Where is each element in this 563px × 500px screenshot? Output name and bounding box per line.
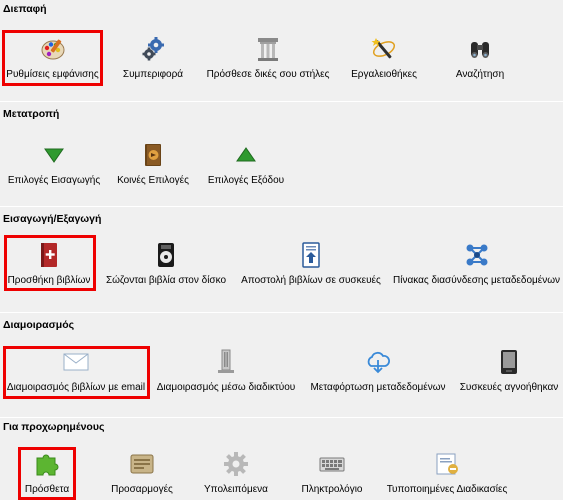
item-label: Προσθήκη βιβλίων [7, 275, 91, 286]
item-label: Διαμοιρασμός μέσω διαδικτύου [156, 382, 296, 393]
section-advanced: Για προχωρημένους Πρόσθετα Προσαρμογές Υ… [0, 420, 563, 500]
section-title: Για προχωρημένους [3, 421, 105, 433]
item-label: Εργαλειοθήκες [351, 69, 417, 80]
section-separator [0, 417, 563, 418]
palette-icon [40, 36, 66, 62]
item-label: Υπολειπόμενα [204, 484, 268, 495]
item-label: Συσκευές αγνοήθηκαν [459, 382, 559, 393]
section-title: Εισαγωγή/Εξαγωγή [3, 213, 102, 225]
sharing-over-net-button[interactable]: Διαμοιρασμός μέσω διαδικτύου [156, 349, 296, 401]
wand-icon [371, 36, 397, 62]
envelope-icon [63, 349, 89, 375]
section-sharing: Διαμοιρασμός Διαμοιρασμός βιβλίων με ema… [0, 315, 563, 418]
item-label: Κοινές Επιλογές [117, 175, 189, 186]
cloud-download-icon [365, 349, 391, 375]
section-title: Διεπαφή [3, 3, 47, 15]
miscellaneous-button[interactable]: Υπολειπόμενα [200, 451, 272, 500]
keyboard-shortcuts-button[interactable]: Πληκτρολόγιο [292, 451, 372, 500]
item-label: Σώζονται βιβλία στον δίσκο [105, 275, 227, 286]
tweaks-button[interactable]: Προσαρμογές [104, 451, 180, 500]
item-label: Διαμοιρασμός βιβλίων με email [6, 382, 146, 393]
item-label: Πίνακας διασύνδεσης μεταδεδομένων [393, 275, 561, 286]
input-options-button[interactable]: Επιλογές Εισαγωγής [6, 142, 102, 194]
section-title: Διαμοιρασμός [3, 319, 75, 331]
section-import-export: Εισαγωγή/Εξαγωγή Προσθήκη βιβλίων Σώζοντ… [0, 209, 563, 313]
toolbars-button[interactable]: Εργαλειοθήκες [344, 36, 424, 88]
sharing-by-email-button[interactable]: Διαμοιρασμός βιβλίων με email [6, 349, 146, 401]
sending-to-device-button[interactable]: Αποστολή βιβλίων σε συσκευές [238, 242, 384, 294]
section-separator [0, 206, 563, 207]
item-label: Αναζήτηση [455, 69, 505, 80]
look-and-feel-button[interactable]: Ρυθμίσεις εμφάνισης [4, 36, 101, 88]
item-label: Επιλογές Εξόδου [207, 175, 285, 186]
template-functions-button[interactable]: Τυποποιημένες Διαδικασίες [384, 451, 510, 500]
item-label: Επιλογές Εισαγωγής [7, 175, 101, 186]
metadata-plugboards-button[interactable]: Πίνακας διασύνδεσης μεταδεδομένων [393, 242, 560, 294]
send-device-icon [298, 242, 324, 268]
server-icon [213, 349, 239, 375]
behavior-button[interactable]: Συμπεριφορά [112, 36, 194, 88]
plugins-button[interactable]: Πρόσθετα [20, 451, 74, 500]
section-title: Μετατροπή [3, 108, 60, 120]
item-label: Πρόσθεσε δικές σου στήλες [206, 69, 330, 80]
column-icon [255, 36, 281, 62]
add-book-icon [36, 242, 62, 268]
metadata-download-button[interactable]: Μεταφόρτωση μεταδεδομένων [304, 349, 452, 401]
disk-icon [153, 242, 179, 268]
gear-icon [223, 451, 249, 477]
adding-books-button[interactable]: Προσθήκη βιβλίων [6, 242, 92, 294]
section-separator [0, 312, 563, 313]
item-label: Ρυθμίσεις εμφάνισης [6, 69, 99, 80]
item-label: Αποστολή βιβλίων σε συσκευές [241, 275, 381, 286]
item-label: Μεταφόρτωση μεταδεδομένων [310, 382, 446, 393]
keyboard-icon [319, 451, 345, 477]
reader-device-icon [496, 349, 522, 375]
custom-columns-button[interactable]: Πρόσθεσε δικές σου στήλες [204, 36, 332, 88]
arrow-up-icon [233, 142, 259, 168]
book-icon [140, 142, 166, 168]
item-label: Συμπεριφορά [122, 69, 184, 80]
template-funcs-icon [434, 451, 460, 477]
ignored-devices-button[interactable]: Συσκευές αγνοήθηκαν [457, 349, 561, 401]
section-interface: Διεπαφή Ρυθμίσεις εμφάνισης Συμπεριφορά … [0, 0, 563, 102]
search-button[interactable]: Αναζήτηση [445, 36, 515, 88]
puzzle-icon [34, 451, 60, 477]
section-conversion: Μετατροπή Επιλογές Εισαγωγής Κοινές Επιλ… [0, 104, 563, 204]
binoculars-icon [467, 36, 493, 62]
section-separator [0, 101, 563, 102]
common-options-button[interactable]: Κοινές Επιλογές [112, 142, 194, 194]
item-label: Πρόσθετα [24, 484, 70, 495]
item-label: Τυποποιημένες Διαδικασίες [386, 484, 508, 495]
saving-books-button[interactable]: Σώζονται βιβλία στον δίσκο [104, 242, 228, 294]
output-options-button[interactable]: Επιλογές Εξόδου [204, 142, 288, 194]
gears-icon [140, 36, 166, 62]
metadata-network-icon [464, 242, 490, 268]
tweaks-icon [129, 451, 155, 477]
arrow-down-icon [41, 142, 67, 168]
item-label: Πληκτρολόγιο [301, 484, 363, 495]
item-label: Προσαρμογές [111, 484, 173, 495]
